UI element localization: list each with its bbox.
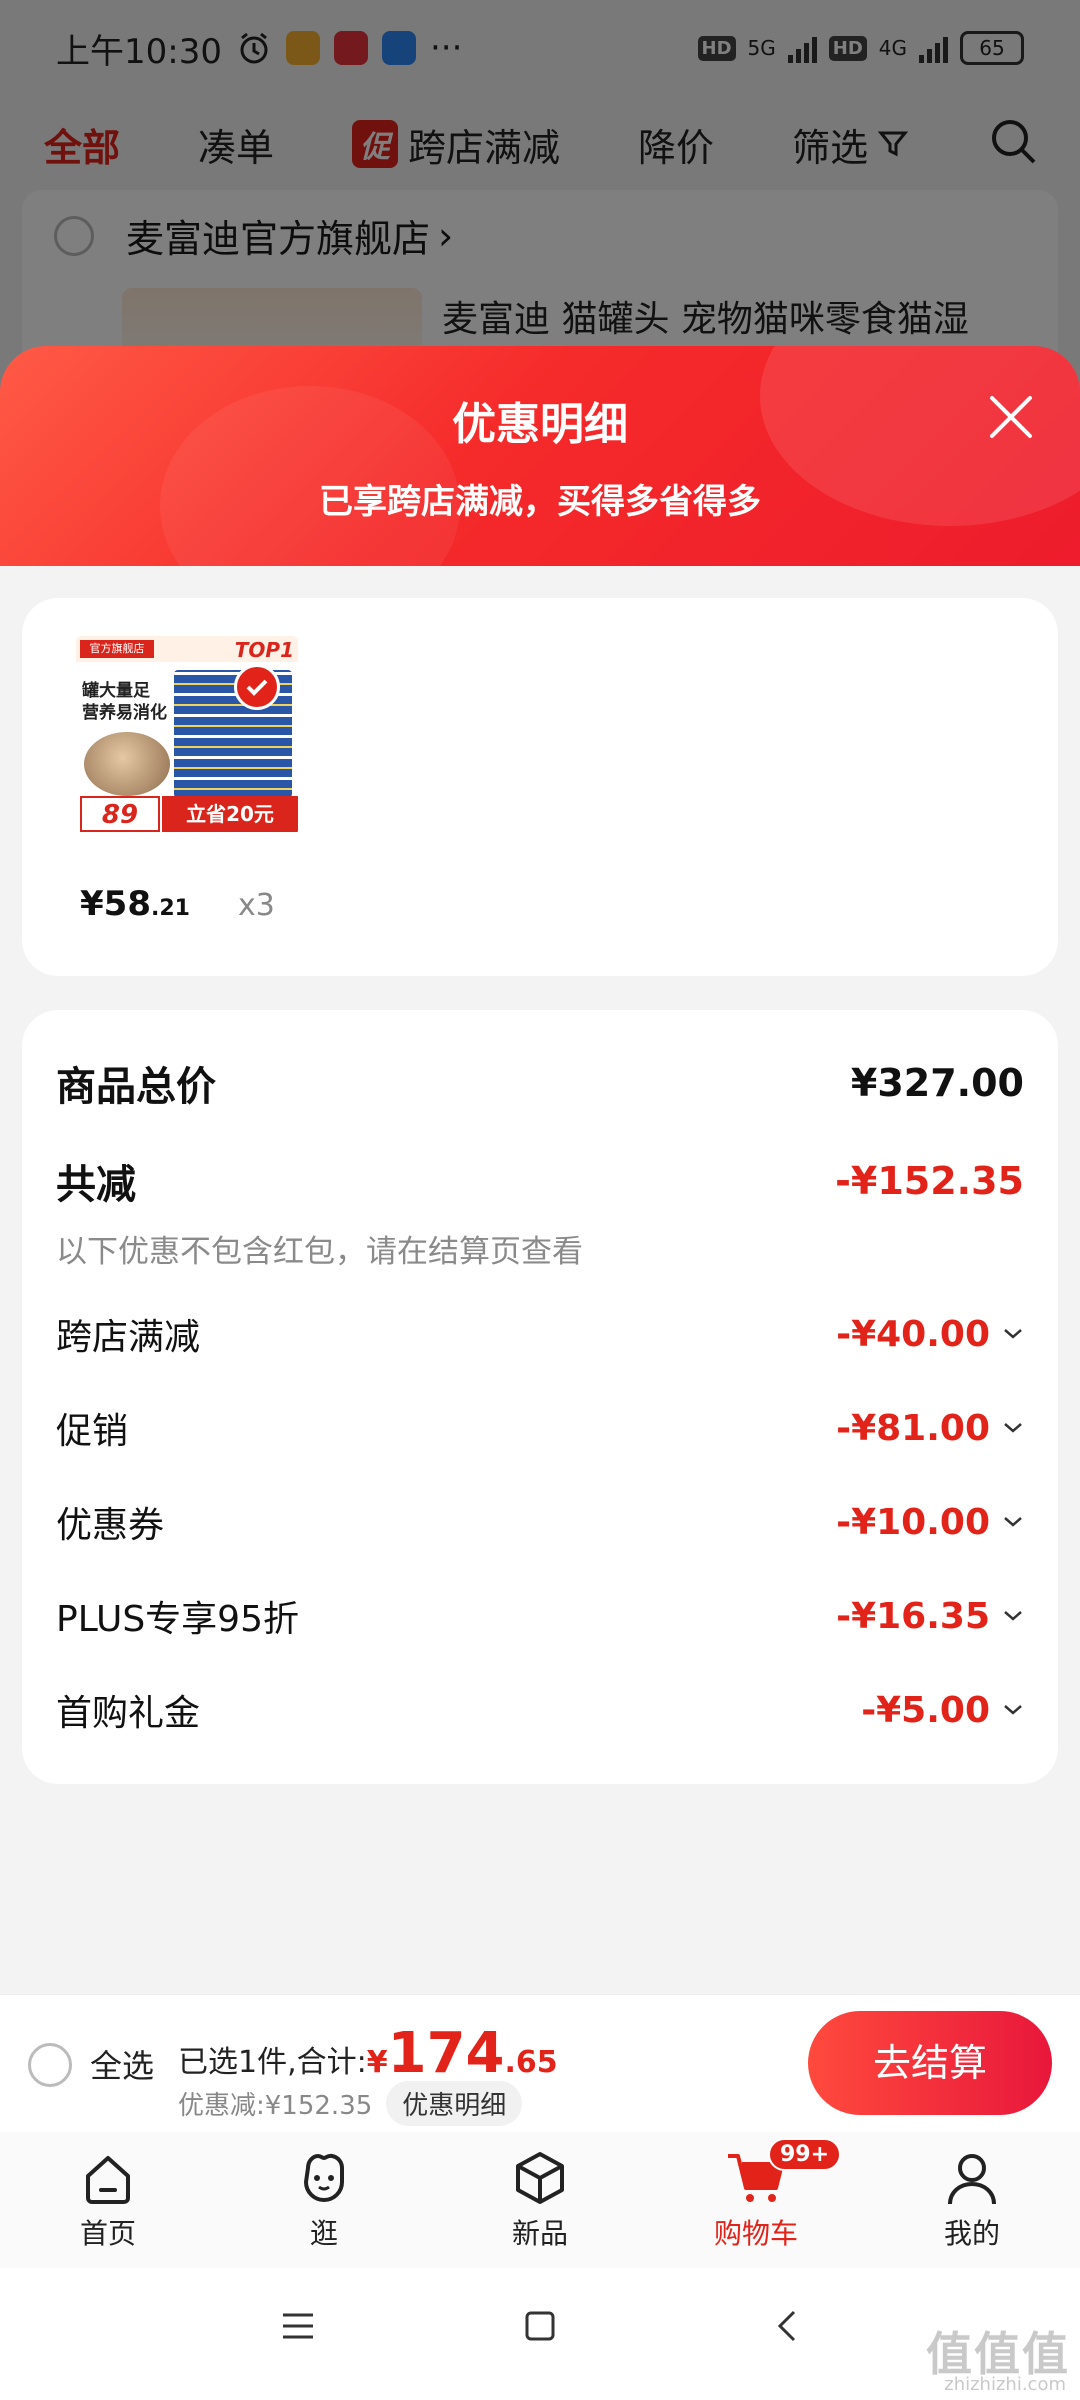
menu-icon[interactable] — [280, 2308, 316, 2344]
bottom-nav: 首页 逛 新品 99+ 购物车 我的 — [0, 2132, 1080, 2268]
nav-new[interactable]: 新品 — [432, 2132, 648, 2268]
discount-row[interactable]: 促销 -¥81.00 — [56, 1402, 1024, 1454]
cube-icon — [516, 2152, 564, 2204]
discount-note: 以下优惠不包含红包，请在结算页查看 — [56, 1234, 583, 1270]
nav-browse-label: 逛 — [309, 2217, 338, 2250]
selected-total: 已选1件,合计: ¥ 174 .65 — [178, 2021, 558, 2086]
discount-detail-card: 商品总价 ¥327.00 共减 -¥152.35 以下优惠不包含红包，请在结算页… — [22, 1010, 1058, 1784]
product-price: ¥58.21 — [80, 884, 190, 924]
discount-label: 跨店满减 — [56, 1317, 201, 1358]
discount-row[interactable]: 跨店满减 -¥40.00 — [56, 1308, 1024, 1360]
product-tagline: 罐大量足 营养易消化 — [82, 681, 167, 723]
product-card: 官方旗舰店 TOP1 罐大量足 营养易消化 89 立省20元 ¥58.21 x3 — [22, 598, 1058, 976]
back-icon[interactable] — [770, 2308, 806, 2344]
discount-value: -¥81.00 — [836, 1407, 990, 1449]
discount-label: 促销 — [56, 1411, 129, 1452]
home-icon — [86, 2156, 130, 2204]
discount-value: -¥10.00 — [836, 1501, 990, 1543]
nav-new-label: 新品 — [511, 2217, 568, 2250]
product-quantity: x3 — [238, 888, 275, 923]
total-price-label: 商品总价 — [56, 1064, 216, 1110]
sheet-body: 官方旗舰店 TOP1 罐大量足 营养易消化 89 立省20元 ¥58.21 x3… — [0, 566, 1080, 1994]
top1-label: TOP1 — [234, 638, 294, 662]
total-amount: 174 — [387, 2021, 505, 2086]
chevron-down-icon — [1004, 1705, 1022, 1715]
discount-value: -¥5.00 — [861, 1689, 990, 1731]
nav-me-label: 我的 — [943, 2217, 1000, 2250]
close-icon[interactable] — [986, 392, 1036, 442]
nav-cart-label: 购物车 — [713, 2217, 798, 2250]
discount-value: -¥40.00 — [836, 1313, 990, 1355]
cart-badge: 99+ — [768, 2138, 842, 2171]
nav-me[interactable]: 我的 — [864, 2132, 1080, 2268]
discount-summary: 优惠减:¥152.35 优惠明细 — [178, 2081, 523, 2126]
sheet-title: 优惠明细 — [452, 399, 628, 450]
product-price-dec: .21 — [150, 896, 190, 921]
total-price-value: ¥327.00 — [850, 1061, 1024, 1105]
select-all-label[interactable]: 全选 — [90, 2041, 154, 2087]
discount-label: 优惠券 — [56, 1505, 165, 1546]
total-decimal: .65 — [504, 2045, 558, 2080]
sheet-subtitle: 已享跨店满减，买得多省得多 — [319, 482, 761, 522]
discount-row[interactable]: 首购礼金 -¥5.00 — [56, 1684, 1024, 1736]
nav-cart[interactable]: 99+ 购物车 — [648, 2132, 864, 2268]
sheet-header: 优惠明细 已享跨店满减，买得多省得多 — [0, 346, 1080, 566]
total-reduce-value: -¥152.35 — [835, 1159, 1024, 1203]
total-symbol: ¥ — [366, 2045, 388, 2080]
total-reduce-label: 共减 — [56, 1162, 136, 1208]
discount-label: PLUS专享95折 — [56, 1599, 299, 1640]
nav-home-label: 首页 — [79, 2217, 136, 2250]
chevron-down-icon — [1004, 1611, 1022, 1621]
store-flag: 官方旗舰店 — [80, 640, 154, 658]
checkout-button[interactable]: 去结算 — [808, 2011, 1052, 2115]
total-reduce-row: 共减 -¥152.35 — [56, 1152, 1024, 1210]
selected-text: 已选1件,合计: — [178, 2045, 367, 2080]
chevron-down-icon — [1004, 1329, 1022, 1339]
face-icon — [303, 2153, 344, 2203]
chevron-down-icon — [1004, 1423, 1022, 1433]
product-price-int: ¥58 — [80, 884, 151, 924]
checkout-bar: 全选 已选1件,合计: ¥ 174 .65 优惠减:¥152.35 优惠明细 去… — [0, 1994, 1080, 2133]
watermark-url: zhizhizhi.com — [944, 2374, 1066, 2395]
food-bowl-illustration — [84, 732, 170, 796]
discount-row[interactable]: 优惠券 -¥10.00 — [56, 1496, 1024, 1548]
select-all-radio[interactable] — [28, 2043, 72, 2087]
discount-detail-link[interactable]: 优惠明细 — [386, 2081, 523, 2126]
price-badge: 89 — [80, 796, 160, 832]
system-nav-bar — [0, 2268, 1080, 2400]
discount-text: 优惠减:¥152.35 — [178, 2091, 373, 2121]
chevron-down-icon — [1004, 1517, 1022, 1527]
discount-row[interactable]: PLUS专享95折 -¥16.35 — [56, 1590, 1024, 1642]
nav-home[interactable]: 首页 — [0, 2132, 216, 2268]
home-square-icon[interactable] — [522, 2308, 558, 2344]
discount-value: -¥16.35 — [836, 1595, 990, 1637]
discount-label: 首购礼金 — [56, 1693, 201, 1734]
nav-browse[interactable]: 逛 — [216, 2132, 432, 2268]
user-icon — [948, 2154, 996, 2205]
check-icon — [234, 664, 280, 710]
save-badge: 立省20元 — [162, 796, 298, 832]
total-price-row: 商品总价 ¥327.00 — [56, 1054, 1024, 1112]
